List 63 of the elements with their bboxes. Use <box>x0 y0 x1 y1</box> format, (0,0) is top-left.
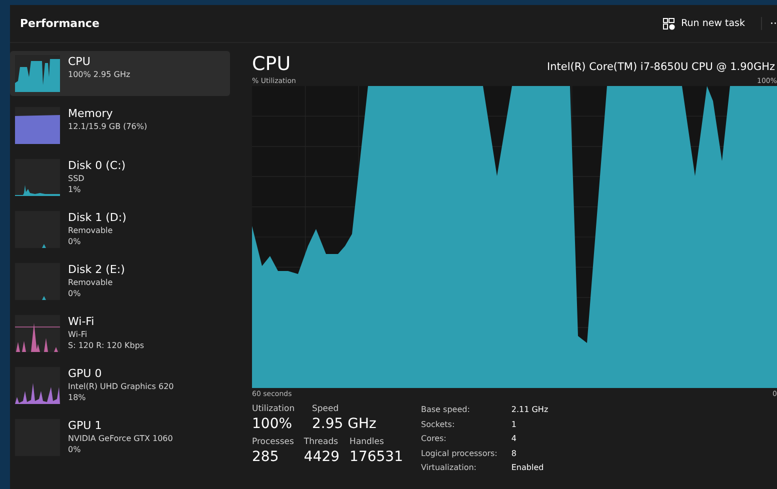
sidebar-item[interactable]: Disk 2 (E:) Removable 0% <box>10 259 230 304</box>
item-detail: 100% 2.95 GHz <box>68 69 130 80</box>
stat-label: Processes <box>252 436 294 448</box>
item-detail: 0% <box>68 444 82 455</box>
item-name: Disk 2 (E:) <box>68 263 125 277</box>
stat-value: 2.95 GHz <box>312 415 376 433</box>
stat-value: 100% <box>252 415 294 433</box>
item-detail: Removable <box>68 225 114 236</box>
item-name: Memory <box>68 107 114 121</box>
detail-value: Enabled <box>511 462 545 474</box>
detail-label: Virtualization: <box>421 462 478 474</box>
detail-value: 4 <box>511 433 518 445</box>
usage-graph-icon <box>15 211 60 248</box>
item-detail: NVIDIA GeForce GTX 1060 <box>68 433 173 444</box>
usage-graph-icon <box>15 107 60 144</box>
run-task-icon <box>663 18 676 30</box>
sidebar-item[interactable]: Memory 12.1/15.9 GB (76%) <box>10 103 230 148</box>
stat-label: Speed <box>312 403 340 415</box>
item-detail: 0% <box>68 236 82 247</box>
usage-graph-icon <box>15 55 60 92</box>
stat-label: Handles <box>350 436 385 448</box>
detail-value: 2.11 GHz <box>511 404 548 416</box>
sidebar-item[interactable]: GPU 0 Intel(R) UHD Graphics 620 18% <box>10 363 230 408</box>
detail-label: Base speed: <box>421 404 471 416</box>
usage-graph-icon <box>15 263 60 300</box>
sidebar-item[interactable]: CPU 100% 2.95 GHz <box>10 51 230 96</box>
sidebar-item[interactable]: Wi-Fi Wi-Fi S: 120 R: 120 Kbps <box>10 311 230 356</box>
item-detail: Intel(R) UHD Graphics 620 <box>68 381 174 392</box>
item-detail: 18% <box>68 392 87 403</box>
stat-label: Utilization <box>252 403 296 415</box>
usage-graph-icon <box>15 315 60 352</box>
detail-label: Cores: <box>421 433 448 445</box>
item-name: GPU 1 <box>68 419 103 433</box>
detail-value: 8 <box>511 448 518 460</box>
detail-value: 1 <box>511 418 518 430</box>
item-detail: 1% <box>68 184 82 195</box>
section-title: CPU <box>252 53 291 75</box>
sidebar-item[interactable]: Disk 1 (D:) Removable 0% <box>10 207 230 252</box>
run-new-task-button[interactable]: Run new task <box>657 14 751 34</box>
stat-value: 285 <box>252 448 280 466</box>
stat-value: 176531 <box>350 448 403 466</box>
item-name: GPU 0 <box>68 367 103 381</box>
sidebar-item[interactable]: GPU 1 NVIDIA GeForce GTX 1060 0% <box>10 415 230 460</box>
stat-value: 4429 <box>304 448 340 466</box>
item-name: Disk 0 (C:) <box>68 159 126 173</box>
item-detail: S: 120 R: 120 Kbps <box>68 340 144 351</box>
usage-graph-icon <box>15 367 60 404</box>
more-button[interactable]: ·· <box>761 17 777 30</box>
detail-label: Sockets: <box>421 418 456 430</box>
item-detail: Removable <box>68 277 114 288</box>
item-name: CPU <box>68 55 92 69</box>
item-name: Disk 1 (D:) <box>68 211 126 225</box>
item-detail: 0% <box>68 288 82 299</box>
usage-graph-icon <box>15 159 60 196</box>
page-title: Performance <box>20 17 100 30</box>
item-detail: Wi-Fi <box>68 329 88 340</box>
cpu-model: Intel(R) Core(TM) i7-8650U CPU @ 1.90GHz <box>547 61 775 73</box>
item-detail: SSD <box>68 173 86 184</box>
item-detail: 12.1/15.9 GB (76%) <box>68 121 148 132</box>
sidebar-item[interactable]: Disk 0 (C:) SSD 1% <box>10 155 230 200</box>
item-name: Wi-Fi <box>68 315 96 329</box>
stat-label: Threads <box>304 436 340 448</box>
detail-label: Logical processors: <box>421 448 498 460</box>
